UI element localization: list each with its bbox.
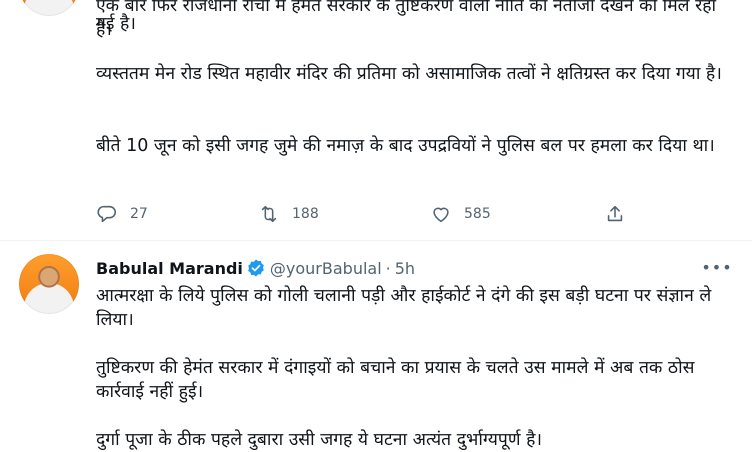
separator-dot: · (385, 258, 391, 278)
reply-icon (97, 205, 116, 223)
tweet-actions: 27 188 585 (96, 200, 656, 228)
tweet-divider (0, 240, 752, 241)
tweet-text-paragraph: दुर्गा पूजा के ठीक पहले दुबारा उसी जगह य… (96, 430, 542, 450)
retweet-button[interactable]: 188 (258, 200, 319, 228)
verified-badge-icon (248, 259, 264, 277)
like-button[interactable]: 585 (430, 200, 491, 228)
like-count: 585 (464, 206, 491, 222)
reply-button[interactable]: 27 (96, 200, 148, 228)
retweet-icon (261, 205, 277, 223)
author-handle[interactable]: @yourBabulal (270, 259, 382, 278)
tweet-1[interactable]: एक बार फिर राजधानी रांची में हेमंत सरकार… (0, 0, 752, 240)
author-name[interactable]: Babulal Marandi (96, 259, 243, 278)
share-button[interactable] (604, 200, 626, 228)
avatar[interactable] (19, 0, 79, 16)
more-options-icon[interactable]: ••• (701, 256, 731, 278)
tweet-text-tail: गई है। (96, 14, 136, 34)
tweet-text-paragraph: व्यस्ततम मेन रोड स्थित महावीर मंदिर की प… (96, 64, 722, 84)
avatar[interactable] (19, 254, 79, 314)
reply-count: 27 (130, 206, 148, 222)
share-icon (607, 205, 623, 222)
retweet-count: 188 (292, 206, 319, 222)
tweet-text-paragraph: तुष्टिकरण की हेमंत सरकार में दंगाइयों को… (96, 358, 695, 402)
tweet-text-paragraph: आत्मरक्षा के लिये पुलिस को गोली चलानी पड… (96, 286, 712, 330)
tweet-timestamp[interactable]: 5h (395, 259, 415, 278)
tweet-header: Babulal Marandi @yourBabulal · 5h (96, 256, 415, 280)
heart-icon (433, 207, 449, 223)
tweet-text-paragraph: बीते 10 जून को इसी जगह जुमे की नमाज़ के … (96, 136, 715, 156)
